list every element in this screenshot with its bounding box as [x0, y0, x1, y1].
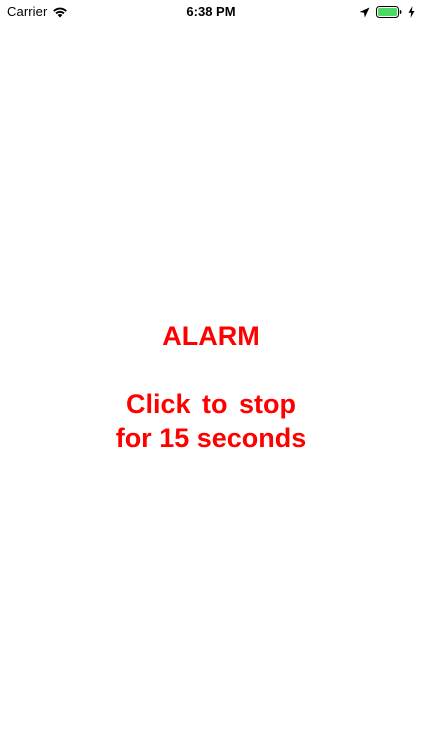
stop-alarm-line1[interactable]: Click to stop	[0, 387, 422, 421]
alarm-content: ALARM Click to stop for 15 seconds	[0, 318, 422, 455]
charging-bolt-icon	[408, 6, 415, 18]
stop-alarm-line2[interactable]: for 15 seconds	[0, 421, 422, 455]
alarm-spacer	[0, 354, 422, 387]
status-right-group	[359, 4, 415, 20]
status-bar: Carrier 6:38 PM	[0, 0, 422, 24]
battery-icon	[376, 6, 402, 18]
location-icon	[359, 7, 370, 17]
alarm-title: ALARM	[162, 321, 260, 351]
stop-alarm-button[interactable]: Click to stop for 15 seconds	[0, 387, 422, 455]
